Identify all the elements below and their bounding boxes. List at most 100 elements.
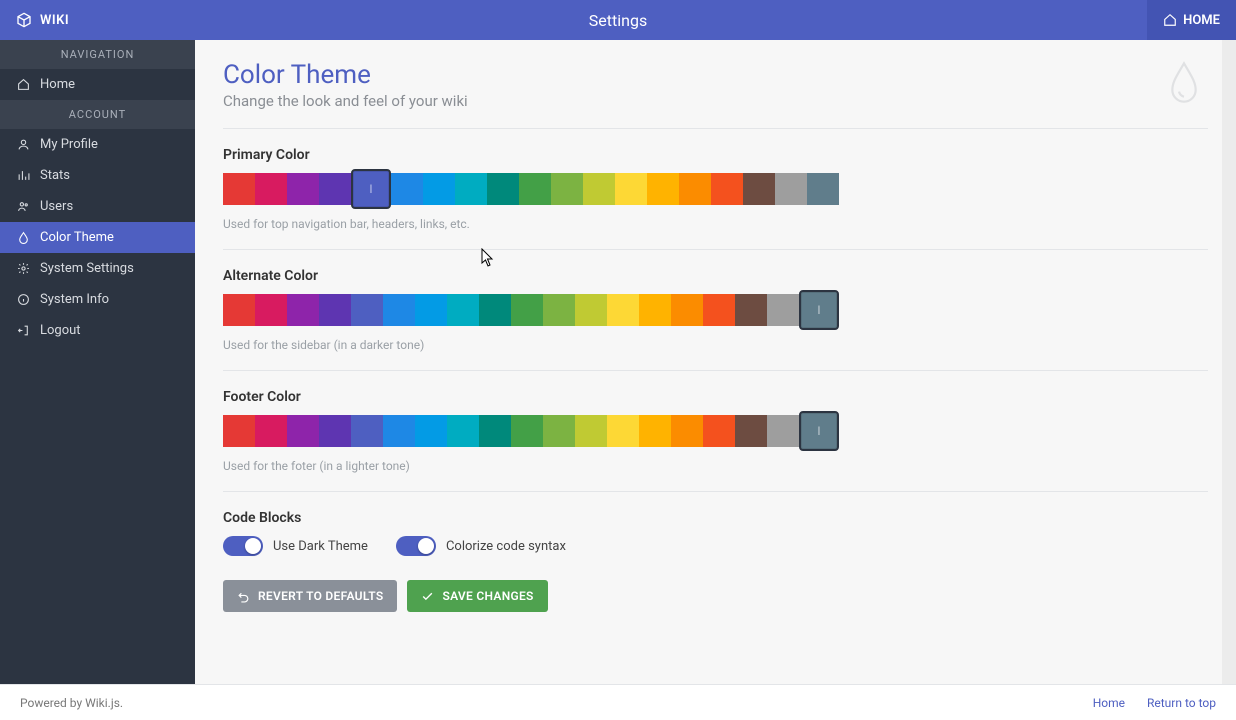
save-button-label: SAVE CHANGES — [442, 589, 533, 603]
color-swatch[interactable] — [767, 415, 799, 447]
sidebar-item-color-theme[interactable]: Color Theme — [0, 222, 195, 253]
color-swatch[interactable] — [647, 173, 679, 205]
color-swatch[interactable] — [255, 415, 287, 447]
home-button[interactable]: HOME — [1147, 0, 1236, 40]
footer-bar: Powered by Wiki.js. Home Return to top — [0, 684, 1236, 720]
color-swatch[interactable]: | — [799, 290, 839, 330]
color-swatch[interactable] — [287, 294, 319, 326]
color-swatch[interactable] — [319, 294, 351, 326]
color-swatch[interactable] — [671, 294, 703, 326]
color-swatch[interactable] — [255, 294, 287, 326]
divider — [223, 491, 1208, 492]
section-label-alternate: Alternate Color — [223, 268, 1208, 284]
color-swatch[interactable] — [639, 294, 671, 326]
color-swatch[interactable] — [671, 415, 703, 447]
color-swatch[interactable] — [735, 415, 767, 447]
color-swatch[interactable] — [415, 294, 447, 326]
color-swatch[interactable]: | — [799, 411, 839, 451]
section-label-footer: Footer Color — [223, 389, 1208, 405]
color-swatch[interactable] — [735, 294, 767, 326]
page-header-title: Settings — [589, 11, 647, 30]
color-swatch[interactable] — [447, 294, 479, 326]
divider — [223, 249, 1208, 250]
color-swatch[interactable] — [255, 173, 287, 205]
color-swatch[interactable] — [455, 173, 487, 205]
sidebar-item-logout[interactable]: Logout — [0, 315, 195, 346]
toggle-dark-theme[interactable] — [223, 536, 263, 556]
sidebar-item-label: System Settings — [40, 261, 134, 276]
revert-button[interactable]: REVERT TO DEFAULTS — [223, 580, 397, 612]
sidebar-item-home[interactable]: Home — [0, 69, 195, 100]
divider — [223, 128, 1208, 129]
sidebar-item-stats[interactable]: Stats — [0, 160, 195, 191]
sidebar-item-users[interactable]: Users — [0, 191, 195, 222]
color-swatch[interactable] — [423, 173, 455, 205]
revert-button-label: REVERT TO DEFAULTS — [258, 589, 383, 603]
color-swatch[interactable] — [351, 415, 383, 447]
color-swatch[interactable] — [287, 173, 319, 205]
color-swatch[interactable] — [607, 294, 639, 326]
color-swatch[interactable] — [319, 415, 351, 447]
color-swatch[interactable] — [743, 173, 775, 205]
color-swatch[interactable] — [287, 415, 319, 447]
color-swatch[interactable] — [223, 173, 255, 205]
logout-icon — [16, 324, 30, 337]
toggle-colorize[interactable] — [396, 536, 436, 556]
color-swatch[interactable] — [479, 294, 511, 326]
cube-icon — [16, 12, 32, 28]
color-swatch[interactable] — [511, 294, 543, 326]
color-swatch[interactable] — [223, 294, 255, 326]
color-swatch[interactable] — [447, 415, 479, 447]
color-swatch[interactable] — [575, 294, 607, 326]
info-icon — [16, 293, 30, 306]
color-swatch[interactable] — [319, 173, 351, 205]
color-swatch[interactable] — [391, 173, 423, 205]
color-swatch[interactable] — [711, 173, 743, 205]
color-swatch[interactable] — [807, 173, 839, 205]
sidebar-item-system-settings[interactable]: System Settings — [0, 253, 195, 284]
color-swatch[interactable] — [583, 173, 615, 205]
sidebar-section-account: ACCOUNT — [0, 100, 195, 129]
gear-icon — [16, 262, 30, 275]
swatch-row-alternate: | — [223, 294, 1208, 326]
color-swatch[interactable] — [703, 294, 735, 326]
save-button[interactable]: SAVE CHANGES — [407, 580, 547, 612]
swatch-row-footer: | — [223, 415, 1208, 447]
color-swatch[interactable] — [767, 294, 799, 326]
page-subtitle: Change the look and feel of your wiki — [223, 92, 1208, 110]
footer-powered: Powered by Wiki.js. — [20, 696, 123, 710]
main-content: Color Theme Change the look and feel of … — [195, 40, 1236, 720]
sidebar-item-my-profile[interactable]: My Profile — [0, 129, 195, 160]
undo-icon — [237, 590, 250, 603]
help-text-alternate: Used for the sidebar (in a darker tone) — [223, 338, 1208, 352]
color-swatch[interactable] — [703, 415, 735, 447]
sidebar-section-navigation: NAVIGATION — [0, 40, 195, 69]
color-swatch[interactable] — [487, 173, 519, 205]
color-swatch[interactable] — [223, 415, 255, 447]
color-swatch[interactable] — [679, 173, 711, 205]
color-swatch[interactable]: | — [351, 169, 391, 209]
color-swatch[interactable] — [775, 173, 807, 205]
brand[interactable]: WIKI — [0, 12, 69, 28]
footer-link-home[interactable]: Home — [1093, 696, 1125, 710]
color-swatch[interactable] — [575, 415, 607, 447]
sidebar-item-system-info[interactable]: System Info — [0, 284, 195, 315]
color-swatch[interactable] — [351, 294, 383, 326]
color-swatch[interactable] — [639, 415, 671, 447]
bars-icon — [16, 169, 30, 182]
color-swatch[interactable] — [479, 415, 511, 447]
color-swatch[interactable] — [607, 415, 639, 447]
footer-link-top[interactable]: Return to top — [1147, 696, 1216, 710]
color-swatch[interactable] — [383, 415, 415, 447]
color-swatch[interactable] — [615, 173, 647, 205]
brand-label: WIKI — [40, 13, 69, 28]
color-swatch[interactable] — [383, 294, 415, 326]
color-swatch[interactable] — [543, 415, 575, 447]
color-swatch[interactable] — [415, 415, 447, 447]
sidebar-item-label: Stats — [40, 168, 70, 183]
color-swatch[interactable] — [543, 294, 575, 326]
drop-icon — [1164, 60, 1204, 110]
color-swatch[interactable] — [551, 173, 583, 205]
color-swatch[interactable] — [511, 415, 543, 447]
color-swatch[interactable] — [519, 173, 551, 205]
